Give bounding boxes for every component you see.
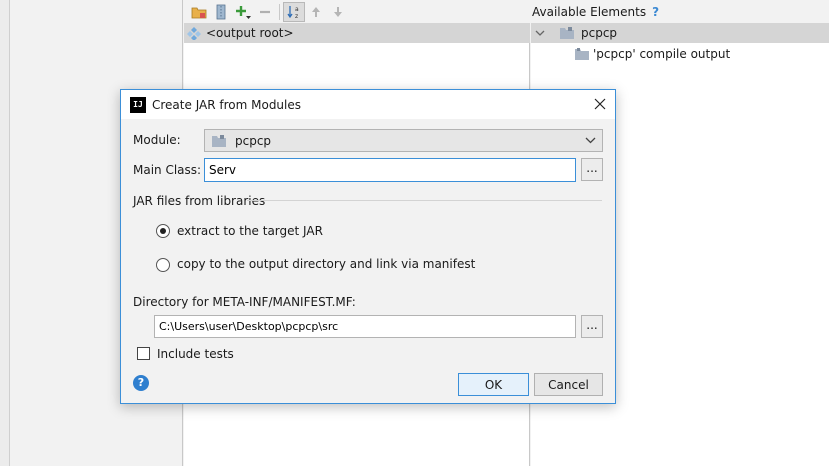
compile-output-label: 'pcpcp' compile output bbox=[593, 47, 731, 61]
module-label: Module: bbox=[133, 133, 181, 147]
copy-link-radio[interactable] bbox=[156, 258, 170, 272]
jar-files-section-title: JAR files from libraries bbox=[133, 194, 266, 208]
section-divider bbox=[247, 200, 602, 201]
copy-link-option-label[interactable]: copy to the output directory and link vi… bbox=[177, 257, 475, 271]
add-icon[interactable] bbox=[232, 2, 254, 22]
tree-item-compile-output[interactable]: 'pcpcp' compile output bbox=[574, 44, 730, 64]
include-tests-label[interactable]: Include tests bbox=[157, 347, 234, 361]
output-root-label: <output root> bbox=[206, 26, 294, 40]
sort-alphabetically-icon[interactable]: a z bbox=[283, 1, 305, 22]
available-elements-header: Available Elements ? bbox=[531, 0, 829, 23]
svg-text:a: a bbox=[295, 6, 299, 13]
manifest-dir-label: Directory for META-INF/MANIFEST.MF: bbox=[133, 295, 356, 309]
dialog-title: Create JAR from Modules bbox=[152, 97, 302, 112]
module-folder-icon bbox=[212, 134, 226, 147]
archive-icon[interactable] bbox=[210, 2, 232, 22]
help-icon[interactable]: ? bbox=[133, 375, 149, 391]
module-select-value: pcpcp bbox=[235, 133, 272, 148]
move-down-icon[interactable] bbox=[327, 2, 349, 22]
layout-toolbar: a z bbox=[184, 0, 530, 23]
cancel-button[interactable]: Cancel bbox=[534, 373, 603, 396]
extract-option-label[interactable]: extract to the target JAR bbox=[177, 224, 323, 238]
main-class-browse-button[interactable]: ... bbox=[581, 158, 603, 181]
include-tests-checkbox[interactable] bbox=[137, 347, 150, 360]
output-root-tree-item[interactable]: <output root> bbox=[184, 23, 530, 43]
module-folder-icon bbox=[560, 27, 574, 39]
create-jar-dialog: IJ Create JAR from Modules Module: pcpcp… bbox=[120, 89, 616, 404]
tree-item-module[interactable]: pcpcp bbox=[531, 23, 829, 43]
remove-icon[interactable] bbox=[254, 2, 276, 22]
manifest-dir-browse-button[interactable]: ... bbox=[581, 315, 603, 338]
available-elements-title: Available Elements bbox=[532, 4, 647, 19]
compile-output-folder-icon bbox=[575, 48, 589, 60]
manifest-dir-input[interactable] bbox=[154, 315, 576, 338]
close-icon bbox=[594, 98, 606, 110]
help-icon[interactable]: ? bbox=[652, 5, 659, 19]
extract-radio[interactable] bbox=[156, 224, 170, 238]
toolbar-separator bbox=[279, 3, 280, 20]
chevron-down-icon bbox=[585, 137, 596, 144]
main-class-input[interactable] bbox=[204, 158, 576, 182]
module-tree-label: pcpcp bbox=[581, 26, 618, 40]
main-class-label: Main Class: bbox=[133, 163, 202, 177]
ok-button[interactable]: OK bbox=[458, 373, 529, 396]
close-button[interactable] bbox=[589, 93, 611, 115]
dialog-titlebar[interactable]: IJ Create JAR from Modules bbox=[121, 90, 615, 119]
left-edge-panel bbox=[0, 0, 10, 466]
svg-text:z: z bbox=[295, 13, 298, 20]
module-select[interactable]: pcpcp bbox=[204, 129, 603, 152]
output-root-icon bbox=[187, 27, 201, 40]
chevron-down-icon[interactable] bbox=[535, 28, 545, 38]
intellij-logo-icon: IJ bbox=[130, 96, 146, 113]
new-directory-icon[interactable] bbox=[188, 2, 210, 22]
move-up-icon[interactable] bbox=[305, 2, 327, 22]
